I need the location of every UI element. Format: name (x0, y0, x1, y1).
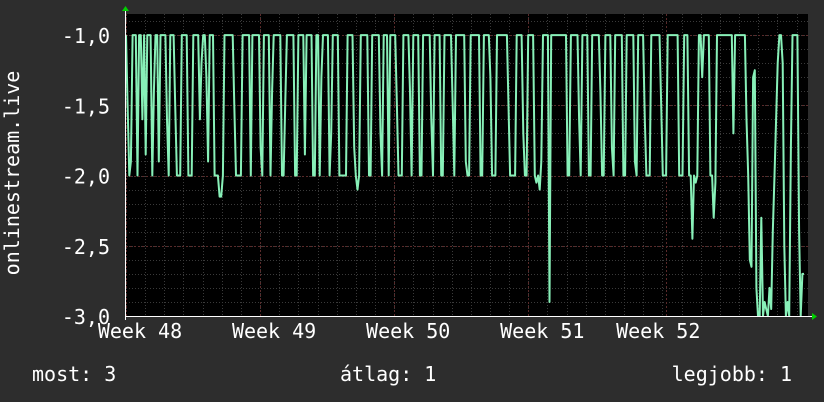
y-tick-label: -2,0 (62, 165, 110, 189)
legend-average: átlag: 1 (340, 362, 436, 386)
legend-best-value: 1 (779, 362, 792, 386)
y-axis-arrow (122, 6, 129, 11)
x-tick-label: Week 51 (500, 319, 584, 343)
x-tick-label: Week 48 (98, 319, 182, 343)
legend-average-value: 1 (424, 362, 437, 386)
x-tick-label: Week 49 (232, 319, 316, 343)
x-axis-arrow (812, 313, 817, 320)
chart-frame: -1,0 -1,5 -2,0 -2,5 -3,0 Week 48 Week 49 Week 5… (0, 0, 824, 402)
x-tick-label: Week 50 (366, 319, 450, 343)
legend-current-label: most: (32, 362, 93, 386)
legend-best: legjobb: 1 (672, 362, 792, 386)
y-tick-label: -1,5 (62, 94, 110, 118)
line-chart: -1,0-1,5-2,0-2,5-3,0Week 48 Week 49 Week 5… (0, 6, 817, 343)
x-tick-label: Week 52 (616, 319, 700, 343)
legend-current: most: 3 (32, 362, 116, 386)
legend-average-label: átlag: (340, 362, 413, 386)
y-tick-label: -2,5 (62, 235, 110, 259)
legend-best-label: legjobb: (671, 362, 768, 386)
legend-current-value: 3 (104, 362, 117, 386)
y-axis-label: onlinestream.live (0, 71, 24, 276)
y-tick-label: -1,0 (62, 24, 110, 48)
